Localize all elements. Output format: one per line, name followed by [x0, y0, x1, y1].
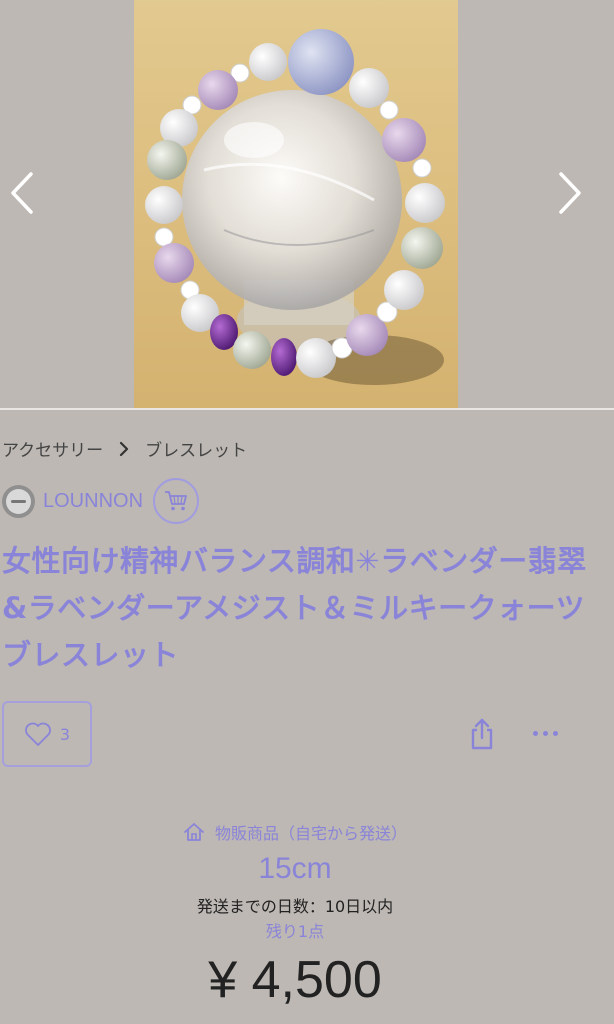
shop-cart-button[interactable] — [153, 478, 200, 524]
gallery-prev-button[interactable] — [2, 168, 42, 218]
more-icon — [532, 730, 538, 736]
share-icon — [471, 718, 493, 750]
chevron-left-icon — [11, 172, 33, 214]
gallery-divider — [0, 408, 614, 410]
breadcrumb-category[interactable]: アクセサリー — [2, 436, 103, 461]
chevron-right-icon — [119, 441, 129, 457]
more-options-button[interactable] — [526, 720, 564, 746]
product-price: ¥ 4,500 — [208, 951, 382, 1009]
shop-avatar[interactable] — [2, 484, 35, 518]
image-gallery[interactable] — [0, 0, 614, 408]
chevron-right-icon — [559, 172, 581, 214]
avatar-logo — [6, 488, 31, 514]
bracelet-image — [145, 29, 445, 385]
breadcrumb-subcategory[interactable]: ブレスレット — [145, 436, 247, 461]
product-title: 女性向け精神バランス調和✳︎ラベンダー翡翠&ラベンダーアメジスト＆ミルキークォー… — [2, 544, 614, 672]
heart-icon — [25, 722, 51, 746]
product-photo[interactable] — [134, 0, 458, 408]
like-count: 3 — [59, 724, 71, 744]
variant-size: 15cm — [258, 852, 332, 885]
gallery-next-button[interactable] — [550, 168, 590, 218]
shop-row: LOUNNON — [2, 478, 200, 524]
share-button[interactable] — [464, 714, 500, 754]
house-icon — [184, 823, 204, 841]
stock-remaining: 残り1点 — [265, 922, 325, 941]
breadcrumb: アクセサリー ブレスレット — [2, 436, 247, 461]
product-page: アクセサリー ブレスレット LOUNNON 女性向け精神バランス調和✳︎ラベンダ… — [0, 0, 614, 1024]
shipping-days: 発送までの日数：10日以内 — [196, 897, 394, 916]
cart-icon — [165, 491, 187, 511]
sale-type-label: 物販商品（自宅から発送） — [214, 824, 407, 843]
like-button[interactable]: 3 — [2, 701, 92, 767]
shop-name-link[interactable]: LOUNNON — [43, 490, 143, 513]
sale-type: 物販商品（自宅から発送） — [0, 820, 590, 844]
